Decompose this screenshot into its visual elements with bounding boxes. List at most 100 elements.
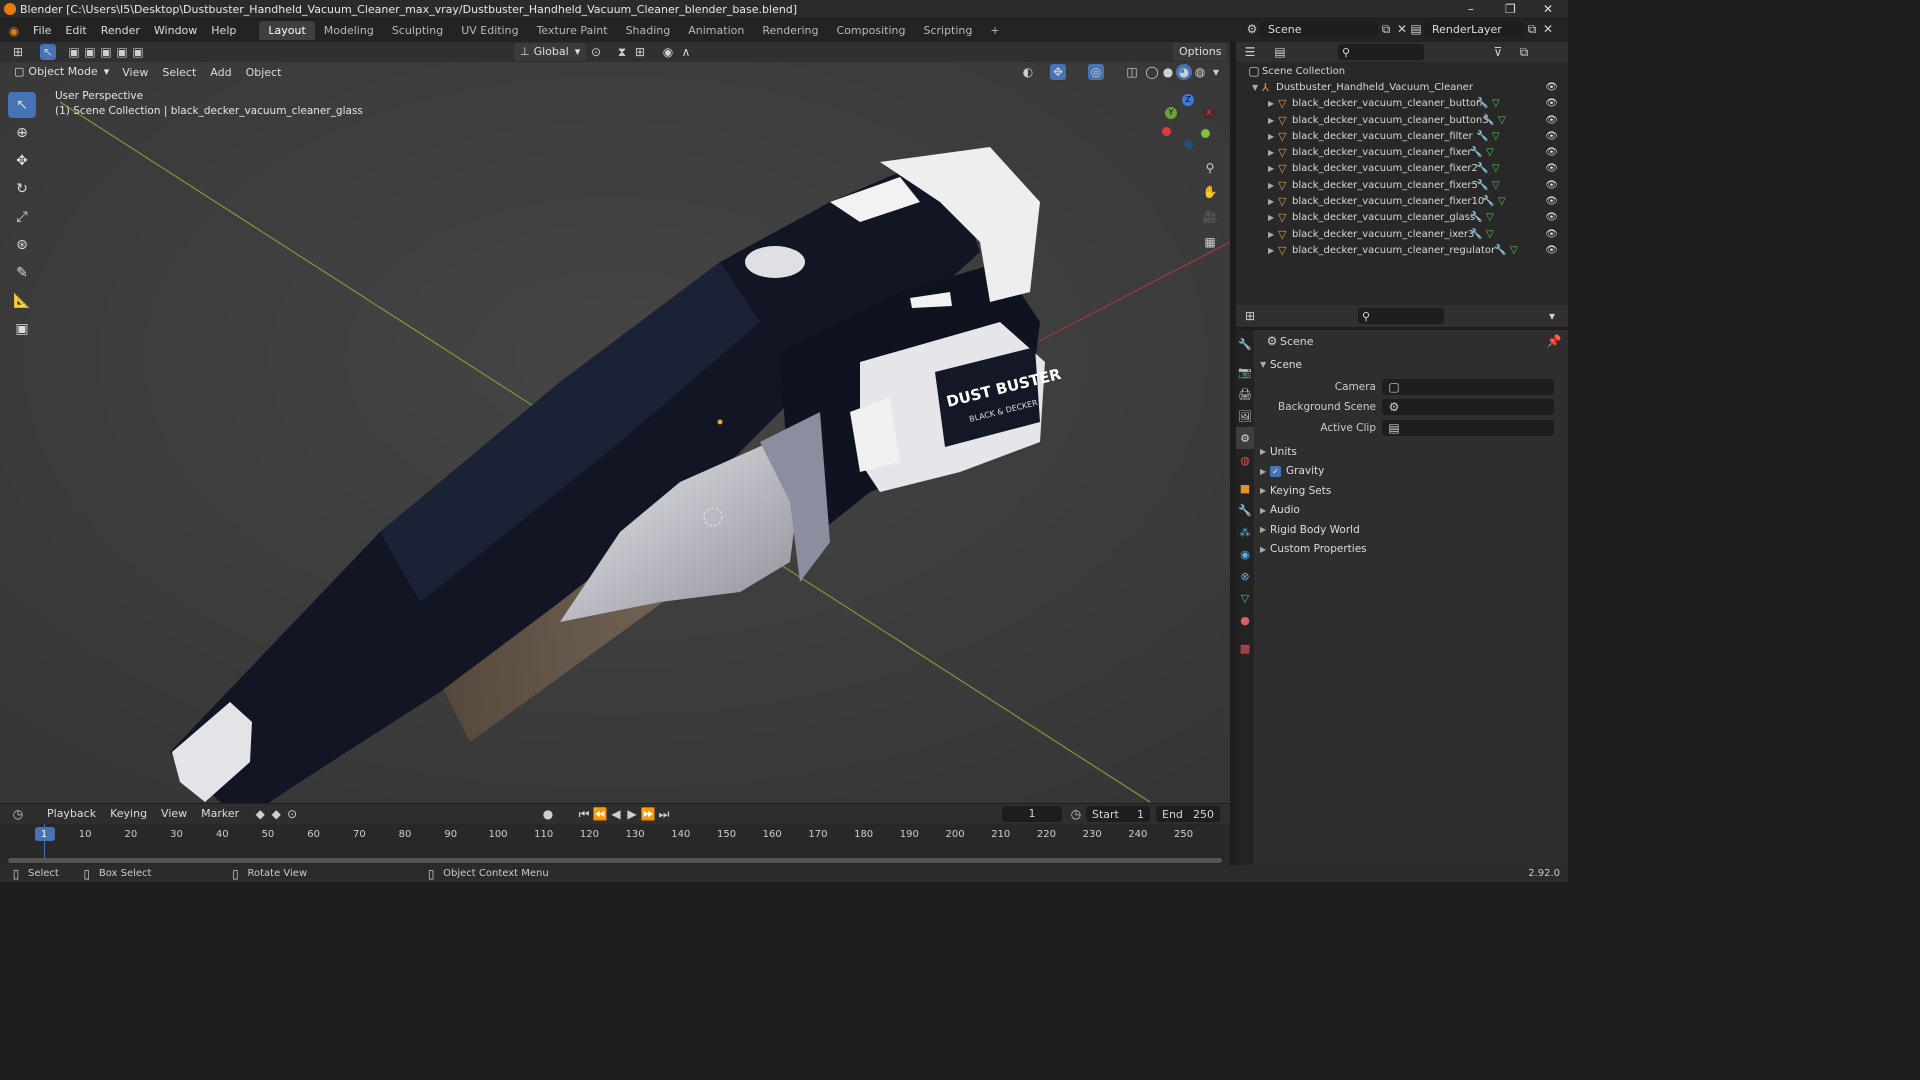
- view-layer-field[interactable]: RenderLayer: [1424, 21, 1524, 37]
- visibility-eye-icon[interactable]: 👁: [1545, 98, 1558, 109]
- viewport-menu-add[interactable]: Add: [203, 61, 238, 84]
- rendered-shading-icon[interactable]: ◍: [1192, 64, 1208, 80]
- visibility-icon[interactable]: ◐: [1020, 64, 1036, 80]
- outliner-object-row[interactable]: ▶ ▽ black_decker_vacuum_cleaner_button3 🔧 ▽ 👁: [1236, 112, 1568, 128]
- outliner-search-input[interactable]: ⚲: [1338, 44, 1424, 60]
- modifier-wrench-icon[interactable]: 🔧: [1476, 131, 1488, 142]
- editor-type-icon[interactable]: ⊞: [10, 44, 26, 60]
- gizmo-z-axis[interactable]: Z: [1182, 94, 1194, 106]
- timeline-editor-icon[interactable]: ◷: [10, 806, 26, 822]
- modifier-wrench-icon[interactable]: 🔧: [1476, 180, 1488, 191]
- expand-down-icon[interactable]: ▼: [1252, 83, 1262, 92]
- tab-data[interactable]: ▽: [1236, 587, 1254, 609]
- transform-orientation-dropdown[interactable]: ⊥ Global ▾: [514, 43, 587, 61]
- expand-right-icon[interactable]: ▶: [1268, 116, 1278, 125]
- tab-particles[interactable]: ⁂: [1236, 521, 1254, 543]
- display-mode-icon[interactable]: ▤: [1272, 44, 1288, 60]
- expand-right-icon[interactable]: ▶: [1268, 164, 1278, 173]
- tab-animation[interactable]: Animation: [679, 21, 753, 40]
- blender-menu-icon[interactable]: ◉: [6, 23, 22, 39]
- modifier-wrench-icon[interactable]: 🔧: [1482, 196, 1494, 207]
- tab-tool[interactable]: 🔧: [1236, 333, 1254, 355]
- viewport-menu-view[interactable]: View: [115, 61, 155, 84]
- select-extend-icon[interactable]: ▣: [82, 44, 98, 60]
- options-dropdown[interactable]: Options: [1173, 43, 1228, 61]
- tab-compositing[interactable]: Compositing: [828, 21, 915, 40]
- outliner-collection-row[interactable]: ▼ ⅄ Dustbuster_Handheld_Vacuum_Cleaner 👁: [1236, 79, 1568, 95]
- mesh-data-icon[interactable]: ▽: [1486, 212, 1494, 223]
- gizmo-y-axis[interactable]: Y: [1165, 107, 1177, 119]
- preview-range-icon[interactable]: ◷: [1068, 806, 1084, 822]
- panel-units[interactable]: ▶ Units: [1254, 442, 1568, 462]
- tab-output[interactable]: 🖨: [1236, 383, 1254, 405]
- annotate-tool[interactable]: ✎: [8, 260, 36, 286]
- timeline-menu-marker[interactable]: Marker: [194, 804, 246, 824]
- outliner-object-row[interactable]: ▶ ▽ black_decker_vacuum_cleaner_fixer 🔧 ▽ 👁: [1236, 144, 1568, 160]
- expand-right-icon[interactable]: ▶: [1268, 213, 1278, 222]
- modifier-wrench-icon[interactable]: 🔧: [1476, 163, 1488, 174]
- proportional-edit-icon[interactable]: ◉: [660, 44, 676, 60]
- outliner-object-row[interactable]: ▶ ▽ black_decker_vacuum_cleaner_glass 🔧 ▽ 👁: [1236, 210, 1568, 226]
- tab-constraints[interactable]: ⊗: [1236, 565, 1254, 587]
- expand-right-icon[interactable]: ▶: [1268, 99, 1278, 108]
- visibility-eye-icon[interactable]: 👁: [1545, 147, 1558, 158]
- modifier-wrench-icon[interactable]: 🔧: [1470, 147, 1482, 158]
- move-tool[interactable]: ✥: [8, 148, 36, 174]
- filter-icon[interactable]: ⊽: [1490, 44, 1506, 60]
- modifier-wrench-icon[interactable]: 🔧: [1482, 115, 1494, 126]
- navigation-gizmo[interactable]: Z Y X: [1160, 92, 1220, 152]
- expand-right-icon[interactable]: ▶: [1268, 148, 1278, 157]
- current-frame-field[interactable]: 1: [1002, 806, 1062, 822]
- select-mode-icon[interactable]: ↖: [40, 44, 56, 60]
- delete-layer-icon[interactable]: ✕: [1540, 21, 1556, 37]
- mesh-data-icon[interactable]: ▽: [1498, 196, 1506, 207]
- overlay-toggle-icon[interactable]: ◎: [1088, 64, 1104, 80]
- outliner-object-row[interactable]: ▶ ▽ black_decker_vacuum_cleaner_fixer10 🔧 ▽ 👁: [1236, 193, 1568, 209]
- gizmo-x-axis[interactable]: [1162, 127, 1171, 136]
- property-value-field[interactable]: ⚙: [1382, 399, 1554, 416]
- outliner-object-row[interactable]: ▶ ▽ black_decker_vacuum_cleaner_filter 🔧 ▽ 👁: [1236, 128, 1568, 144]
- tab-view-layer[interactable]: 🖼: [1236, 405, 1254, 427]
- modifier-wrench-icon[interactable]: 🔧: [1494, 245, 1506, 256]
- mesh-data-icon[interactable]: ▽: [1486, 229, 1494, 240]
- tab-uv-editing[interactable]: UV Editing: [452, 21, 527, 40]
- falloff-icon[interactable]: ∧: [678, 44, 694, 60]
- timeline-menu-playback[interactable]: Playback: [40, 804, 103, 824]
- panel-custom-properties[interactable]: ▶ Custom Properties: [1254, 540, 1568, 560]
- material-shading-icon[interactable]: ◕: [1176, 64, 1192, 80]
- panel-rigid-body-world[interactable]: ▶ Rigid Body World: [1254, 520, 1568, 540]
- select-intersect-icon[interactable]: ▣: [130, 44, 146, 60]
- property-value-field[interactable]: ▤: [1382, 419, 1554, 436]
- outliner-object-row[interactable]: ▶ ▽ black_decker_vacuum_cleaner_regulator 🔧…: [1236, 242, 1568, 258]
- mesh-data-icon[interactable]: ▽: [1486, 147, 1494, 158]
- menu-edit[interactable]: Edit: [58, 19, 93, 42]
- auto-keying-icon[interactable]: ⊙: [284, 806, 300, 822]
- tab-rendering[interactable]: Rendering: [753, 21, 827, 40]
- maximize-button[interactable]: ❐: [1505, 2, 1516, 16]
- gizmo-x-axis-negative[interactable]: X: [1203, 107, 1215, 119]
- timeline-area[interactable]: 1 10 20 30 40 50 60 70 80 90 100 110 120 130 140 150 160…: [0, 824, 1230, 866]
- new-layer-icon[interactable]: ⧉: [1524, 21, 1540, 37]
- pin-icon[interactable]: 📌: [1546, 333, 1562, 349]
- keyframe-next-icon[interactable]: ◆: [268, 806, 284, 822]
- visibility-eye-icon[interactable]: 👁: [1545, 82, 1558, 93]
- tweak-select-tool[interactable]: ↖: [8, 92, 36, 118]
- tab-layout[interactable]: Layout: [259, 21, 315, 40]
- tab-modifiers[interactable]: 🔧: [1236, 499, 1254, 521]
- outliner-object-row[interactable]: ▶ ▽ black_decker_vacuum_cleaner_fixer2 🔧 ▽ 👁: [1236, 161, 1568, 177]
- visibility-eye-icon[interactable]: 👁: [1545, 245, 1558, 256]
- properties-search-input[interactable]: ⚲: [1358, 308, 1444, 324]
- tab-render[interactable]: 📷: [1236, 361, 1254, 383]
- scene-name-field[interactable]: Scene: [1260, 21, 1378, 37]
- expand-right-icon[interactable]: ▶: [1268, 181, 1278, 190]
- tab-physics[interactable]: ◉: [1236, 543, 1254, 565]
- camera-view-icon[interactable]: 🎥: [1202, 209, 1218, 225]
- select-difference-icon[interactable]: ▣: [114, 44, 130, 60]
- viewport-menu-object[interactable]: Object: [239, 61, 289, 84]
- pivot-point-icon[interactable]: ⊙: [588, 44, 604, 60]
- scale-tool[interactable]: ⤢: [8, 204, 36, 230]
- wireframe-shading-icon[interactable]: ◯: [1144, 64, 1160, 80]
- jump-end-icon[interactable]: ⏭: [656, 806, 672, 822]
- visibility-eye-icon[interactable]: 👁: [1545, 115, 1558, 126]
- measure-tool[interactable]: 📐: [8, 288, 36, 314]
